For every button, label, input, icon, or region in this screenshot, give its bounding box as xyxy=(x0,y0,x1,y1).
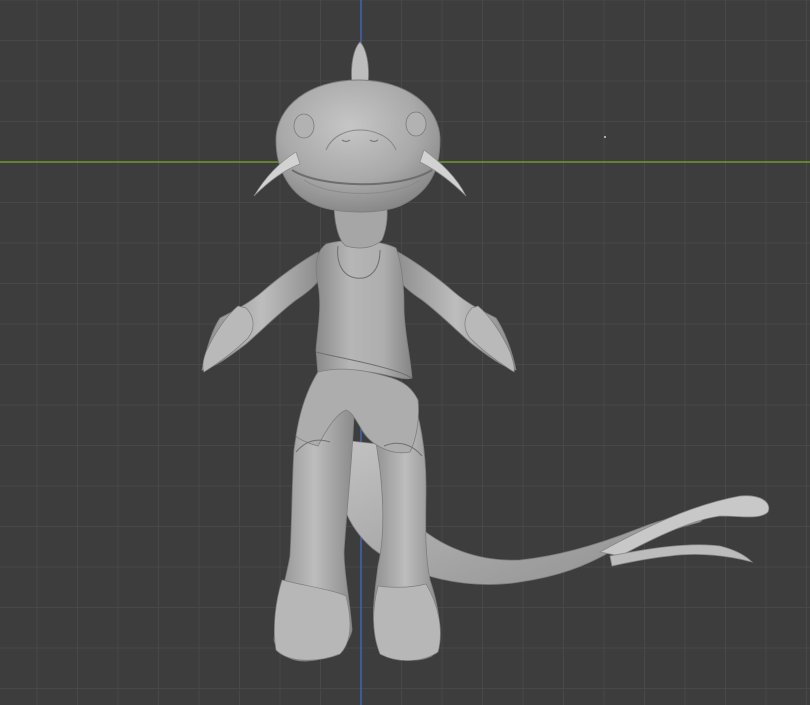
right-foot xyxy=(373,583,441,661)
right-eye xyxy=(405,111,427,137)
left-arm xyxy=(201,251,323,373)
sculpt-mesh[interactable] xyxy=(201,41,770,662)
3d-viewport[interactable] xyxy=(0,0,810,705)
head xyxy=(253,41,467,213)
right-arm xyxy=(395,251,517,373)
dorsal-fin xyxy=(351,41,369,85)
left-eye xyxy=(293,113,315,139)
vertex-dot xyxy=(604,136,606,138)
viewport-canvas[interactable] xyxy=(0,0,810,705)
